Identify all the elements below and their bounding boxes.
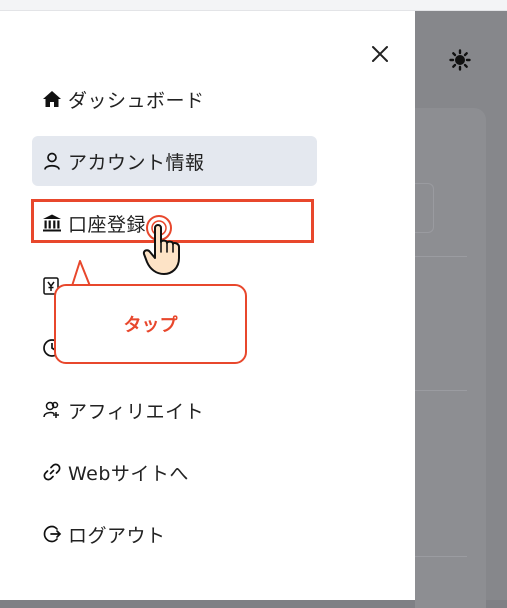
close-icon[interactable]: [368, 42, 392, 66]
menu-item-dashboard[interactable]: ダッシュボード: [32, 74, 317, 124]
tap-hand-icon: [142, 215, 180, 275]
menu-item-affiliate[interactable]: アフィリエイト: [32, 385, 317, 435]
menu-item-label: Webサイトへ: [68, 462, 189, 485]
background-divider: [415, 390, 467, 391]
menu-item-account[interactable]: アカウント情報: [32, 136, 317, 186]
callout-bubble: タップ: [54, 284, 247, 364]
menu-item-website[interactable]: Webサイトへ: [32, 447, 317, 497]
background-divider: [415, 556, 467, 557]
menu-item-label: ログアウト: [68, 524, 166, 547]
logout-icon: [42, 524, 62, 544]
menu-item-logout[interactable]: ログアウト: [32, 509, 317, 559]
background-field: [415, 183, 434, 233]
sun-icon[interactable]: [448, 48, 472, 72]
users-plus-icon: [42, 400, 62, 420]
link-icon: [42, 462, 62, 482]
home-icon: [42, 89, 62, 109]
menu-item-label: ダッシュボード: [68, 89, 205, 112]
top-strip: [0, 0, 507, 11]
user-icon: [42, 151, 62, 171]
callout-label: タップ: [123, 315, 178, 336]
background-divider: [415, 256, 467, 257]
menu-item-label: アカウント情報: [68, 151, 205, 174]
menu-item-label: アフィリエイト: [68, 400, 205, 423]
